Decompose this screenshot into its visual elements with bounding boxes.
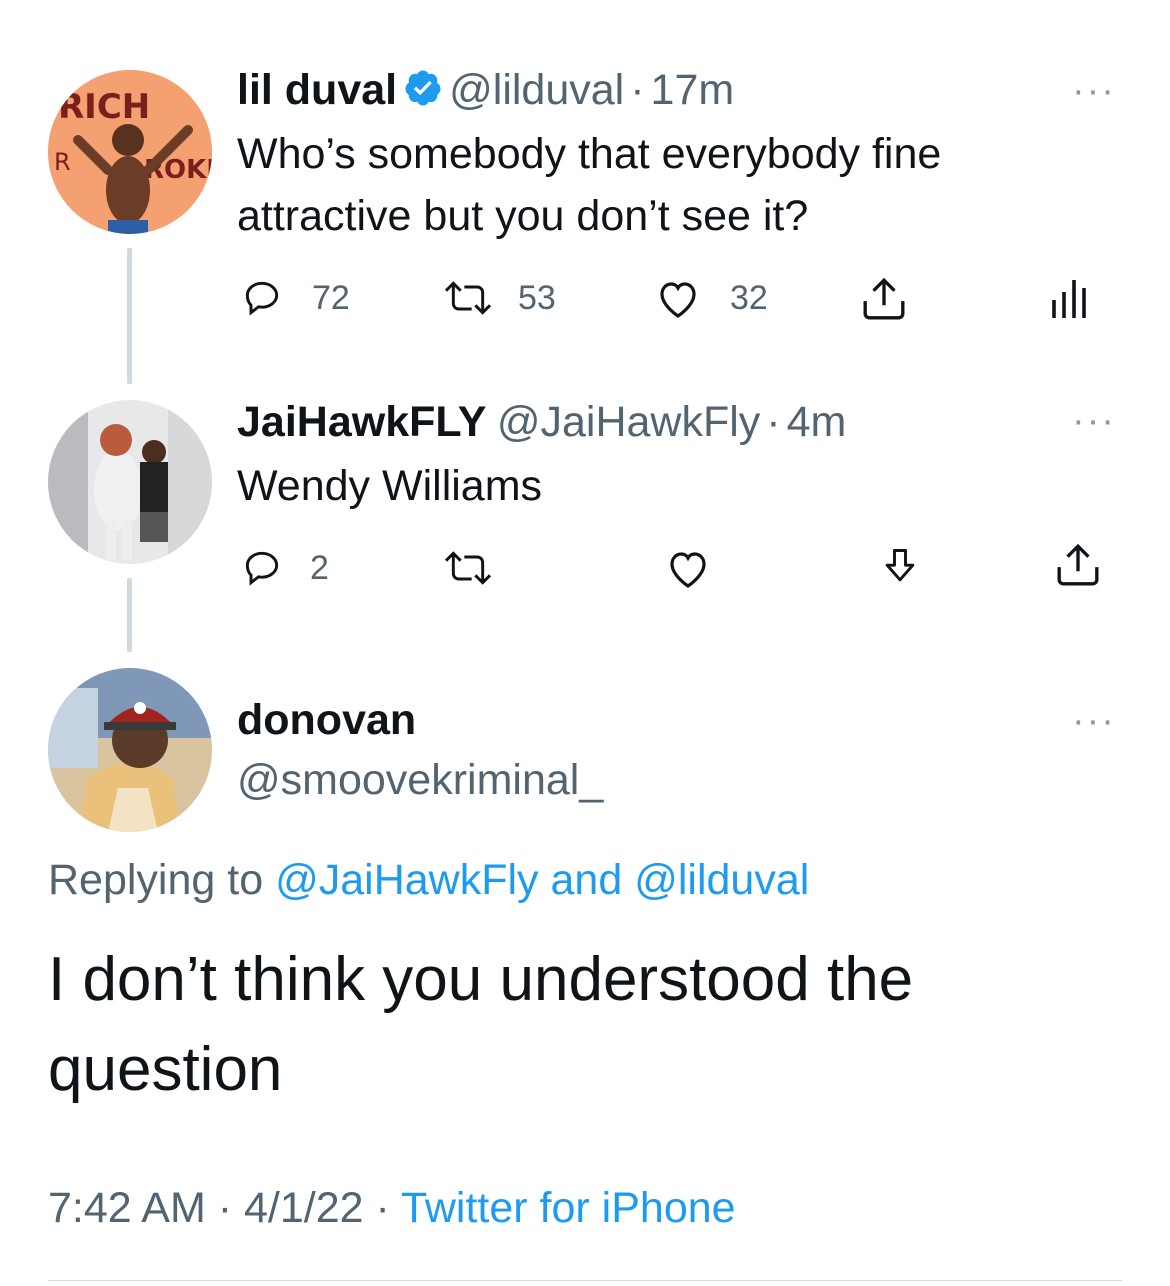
tweet2-header: JaiHawkFLY @JaiHawkFly · 4m — [237, 398, 846, 447]
author-handle[interactable]: @JaiHawkFly — [497, 398, 760, 446]
author-name[interactable]: lil duval — [237, 66, 397, 114]
dot-separator: · — [766, 398, 781, 446]
dot-separator: · — [363, 1184, 401, 1232]
share-button[interactable] — [858, 276, 910, 322]
download-icon — [885, 549, 915, 582]
analytics-icon — [1052, 280, 1086, 318]
author-handle[interactable]: @lilduval — [449, 66, 624, 114]
tweet-source-link[interactable]: Twitter for iPhone — [401, 1184, 736, 1232]
divider — [48, 1280, 1122, 1281]
like-count: 32 — [730, 278, 768, 317]
tweet1-text-line1: Who’s somebody that everybody fine — [237, 130, 942, 178]
replying-to: Replying to @JaiHawkFly and @lilduval — [48, 856, 809, 905]
analytics-button[interactable] — [1048, 276, 1088, 320]
like-button[interactable] — [664, 546, 712, 590]
share-icon — [1057, 543, 1099, 586]
author-handle[interactable]: @smoovekriminal_ — [237, 756, 603, 805]
share-button[interactable] — [1052, 542, 1104, 588]
author-name[interactable]: JaiHawkFLY — [237, 398, 486, 446]
heart-icon — [670, 552, 706, 588]
avatar-lilduval[interactable]: RICH ROKE R — [48, 70, 212, 234]
more-options-icon[interactable]: ··· — [1072, 70, 1116, 113]
reply-icon — [245, 551, 279, 586]
reply-icon — [245, 281, 279, 316]
author-name[interactable]: donovan — [237, 696, 416, 745]
reply-mention-lilduval[interactable]: @lilduval — [634, 856, 809, 904]
tweet1-header: lil duval @lilduval · 17m — [237, 66, 734, 115]
thread-line — [127, 578, 132, 652]
tweet-date[interactable]: 4/1/22 — [244, 1184, 364, 1232]
reply-mention-jaihawkfly[interactable]: @JaiHawkFly — [275, 856, 538, 904]
download-button[interactable] — [878, 544, 922, 590]
reply-and: and — [538, 856, 635, 904]
like-button[interactable]: 32 — [654, 276, 768, 320]
avatar-smoovekriminal[interactable] — [48, 668, 212, 832]
thread-line — [127, 248, 132, 384]
verified-badge-icon — [403, 68, 443, 113]
retweet-count: 53 — [518, 278, 556, 317]
reply-count: 2 — [310, 548, 329, 587]
reply-button[interactable]: 2 — [240, 546, 329, 590]
tweet1-text-line2: attractive but you don’t see it? — [237, 192, 809, 240]
heart-icon — [660, 282, 696, 318]
avatar-jaihawkfly[interactable] — [48, 400, 212, 564]
tweet3-meta: 7:42 AM · 4/1/22 · Twitter for iPhone — [48, 1184, 736, 1233]
svg-text:RICH: RICH — [58, 87, 150, 127]
more-options-icon[interactable]: ··· — [1072, 700, 1116, 743]
retweet-icon — [444, 551, 492, 585]
tweet-time[interactable]: 4m — [787, 398, 847, 446]
retweet-icon — [444, 281, 492, 315]
svg-text:R: R — [54, 148, 71, 176]
tweet-timestamp[interactable]: 7:42 AM — [48, 1184, 206, 1232]
share-icon — [863, 277, 905, 320]
tweet3-text-line2: question — [48, 1035, 283, 1104]
dot-separator: · — [205, 1184, 244, 1232]
tweet2-text: Wendy Williams — [237, 462, 543, 510]
retweet-button[interactable]: 53 — [440, 276, 556, 320]
tweet-time[interactable]: 17m — [651, 66, 735, 114]
reply-button[interactable]: 72 — [240, 276, 350, 320]
dot-separator: · — [630, 66, 645, 114]
reply-count: 72 — [312, 278, 350, 317]
replying-to-label: Replying to — [48, 856, 276, 904]
retweet-button[interactable] — [440, 546, 496, 590]
more-options-icon[interactable]: ··· — [1072, 400, 1116, 443]
tweet3-text-line1: I don’t think you understood the — [48, 945, 914, 1014]
